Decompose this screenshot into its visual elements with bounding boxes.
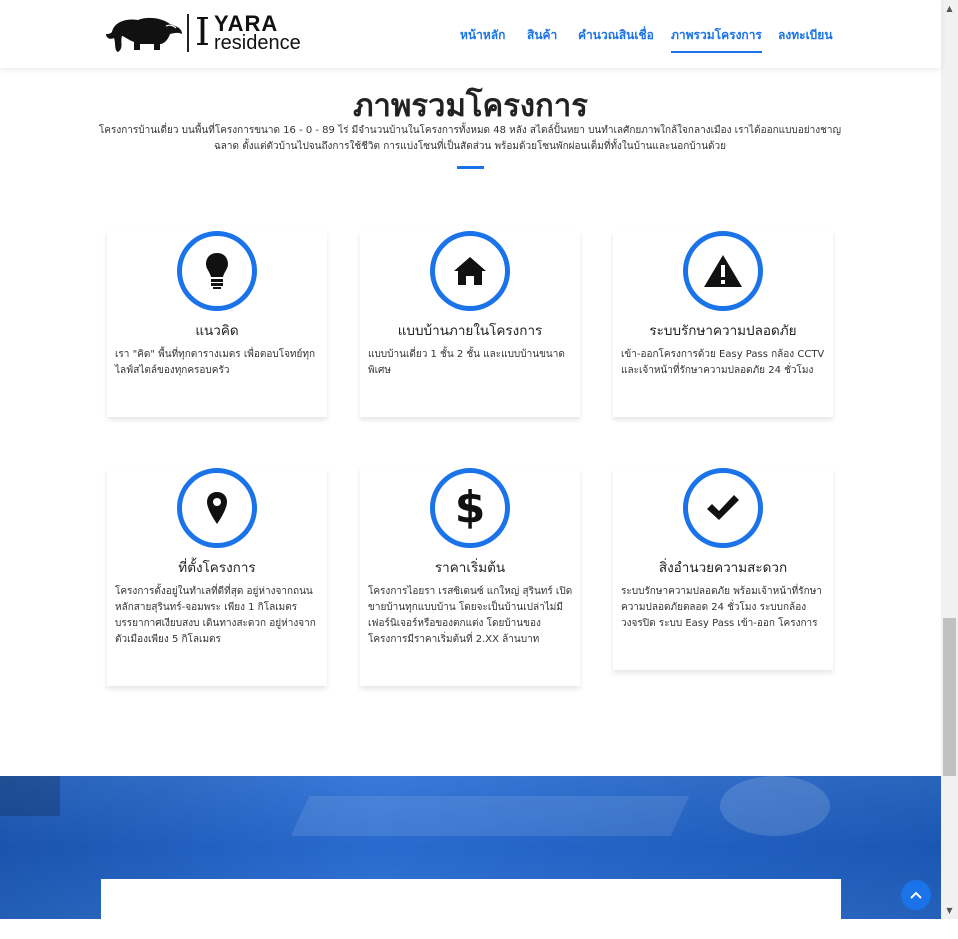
feature-card-concept: แนวคิด เรา "คิด" พื้นที่ทุกตารางเมตร เพื…	[107, 231, 327, 417]
lightbulb-icon	[177, 231, 257, 311]
nav-item-register[interactable]: ลงทะเบียน	[778, 26, 833, 45]
nav-item-loan-calculator[interactable]: คำนวณสินเชื่อ	[578, 26, 654, 45]
nav-item-home[interactable]: หน้าหลัก	[460, 26, 505, 45]
feature-title: สิ่งอำนวยความสะดวก	[658, 560, 788, 576]
nav-item-products[interactable]: สินค้า	[527, 26, 557, 45]
nav-item-project-overview[interactable]: ภาพรวมโครงการ	[671, 26, 762, 53]
feature-text: เรา "คิด" พื้นที่ทุกตารางเมตร เพื่อตอบโจ…	[115, 349, 316, 376]
section-description: โครงการบ้านเดี่ยว บนพื้นที่โครงการขนาด 1…	[98, 125, 842, 152]
feature-text: โครงการตั้งอยู่ในทำเลที่ดีที่สุด อยู่ห่า…	[115, 586, 316, 645]
back-to-top-button[interactable]	[901, 880, 931, 910]
feature-title: ระบบรักษาความปลอดภัย	[649, 323, 797, 339]
feature-title: แบบบ้านภายในโครงการ	[397, 323, 543, 339]
feature-title: แนวคิด	[195, 323, 239, 339]
feature-title: ที่ตั้งโครงการ	[178, 560, 256, 576]
feature-text: ระบบรักษาความปลอดภัย พร้อมเจ้าหน้าที่รัก…	[621, 586, 822, 629]
feature-title: ราคาเริ่มต้น	[434, 560, 506, 576]
feature-card-amenities: สิ่งอำนวยความสะดวก ระบบรักษาความปลอดภัย …	[613, 468, 833, 670]
chevron-up-icon	[910, 891, 922, 899]
scroll-down-arrow-icon[interactable]: ▼	[941, 902, 958, 919]
main-nav: หน้าหลัก สินค้า คำนวณสินเชื่อ ภาพรวมโครง…	[0, 26, 941, 53]
checkmark-icon	[683, 468, 763, 548]
map-marker-icon	[177, 468, 257, 548]
feature-text: แบบบ้านเดี่ยว 1 ชั้น 2 ชั้น และแบบบ้านขน…	[368, 349, 565, 376]
feature-card-starting-price: $ ราคาเริ่มต้น โครงการไอยรา เรสซิเดนซ์ แ…	[360, 468, 580, 686]
page-scrollbar[interactable]: ▲ ▼	[941, 0, 958, 919]
feature-card-house-types: แบบบ้านภายในโครงการ แบบบ้านเดี่ยว 1 ชั้น…	[360, 231, 580, 417]
feature-card-security: ระบบรักษาความปลอดภัย เข้า-ออกโครงการด้วย…	[613, 231, 833, 417]
feature-card-location: ที่ตั้งโครงการ โครงการตั้งอยู่ในทำเลที่ด…	[107, 468, 327, 686]
feature-text: โครงการไอยรา เรสซิเดนซ์ แกใหญ่ สุรินทร์ …	[368, 586, 573, 645]
site-header: I YARA residence หน้าหลัก สินค้า คำนวณสิ…	[0, 0, 941, 68]
scrollbar-thumb[interactable]	[943, 618, 956, 776]
title-underline	[457, 166, 484, 169]
contact-form-panel	[101, 879, 841, 939]
home-icon	[430, 231, 510, 311]
feature-text: เข้า-ออกโครงการด้วย Easy Pass กล้อง CCTV…	[621, 349, 825, 376]
warning-icon	[683, 231, 763, 311]
scroll-up-arrow-icon[interactable]: ▲	[941, 0, 958, 17]
dollar-icon: $	[430, 468, 510, 548]
